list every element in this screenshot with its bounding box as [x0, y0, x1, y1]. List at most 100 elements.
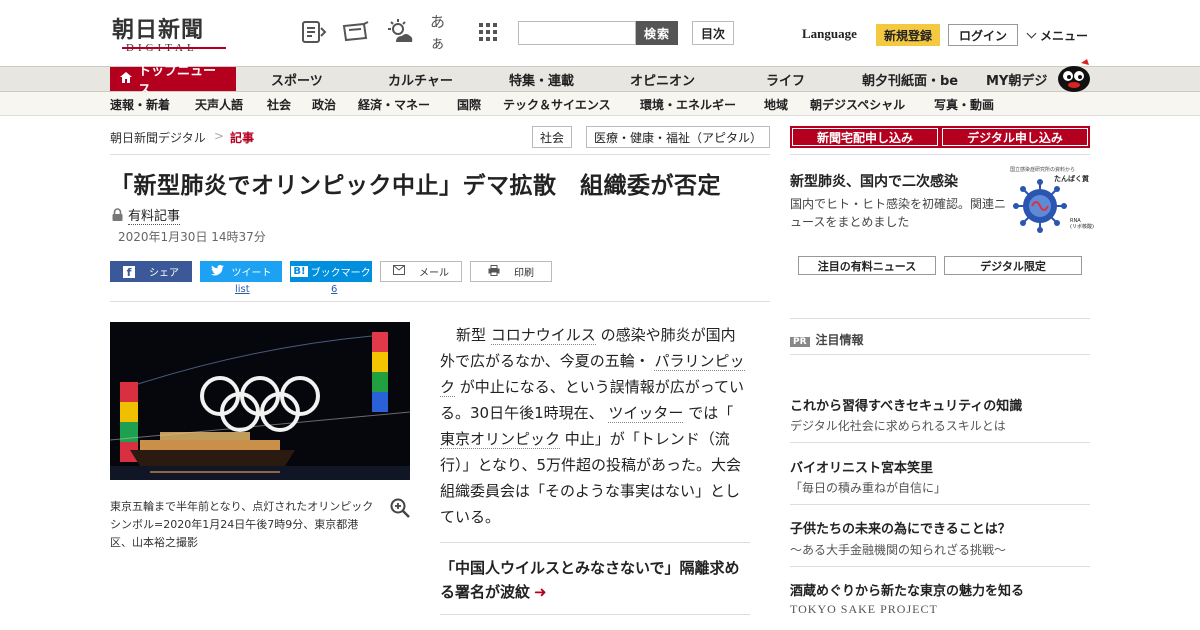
- divider: [110, 301, 770, 302]
- nav-top-news[interactable]: トップニュース: [110, 64, 236, 98]
- article-photo[interactable]: [110, 322, 410, 480]
- logo-underline: [122, 47, 226, 49]
- print-button[interactable]: 印刷: [470, 261, 552, 282]
- nav2-economy[interactable]: 経済・マネー: [358, 96, 430, 113]
- pr-item-subtitle: 「毎日の積み重ねが自信に」: [790, 481, 947, 495]
- article-title: 「新型肺炎でオリンピック中止」デマ拡散 組織委が否定: [110, 173, 721, 199]
- pr-heading: PR 注目情報: [790, 331, 864, 348]
- nav-opinion[interactable]: オピニオン: [630, 67, 695, 91]
- pr-item-title[interactable]: 子供たちの未来の為にできることは？: [790, 518, 1011, 537]
- logo-jp: 朝日新聞: [112, 17, 205, 43]
- link-twitter[interactable]: ツイッター: [608, 404, 684, 423]
- nav2-special[interactable]: 朝デジスペシャル: [810, 96, 905, 113]
- zoom-icon[interactable]: [390, 498, 410, 522]
- twitter-icon: [210, 264, 224, 279]
- tag-health[interactable]: 医療・健康・福祉（アピタル）: [586, 126, 770, 148]
- print-icon: [488, 264, 500, 279]
- secondary-nav: 速報・新着 天声人語 社会 政治 経済・マネー 国際 テック＆サイエンス 環境・…: [0, 92, 1200, 116]
- nav2-international[interactable]: 国際: [457, 96, 481, 113]
- divider: [110, 154, 770, 155]
- pr-badge: PR: [790, 337, 810, 347]
- twitter-share-button[interactable]: ツイート: [200, 261, 282, 282]
- nav2-environment[interactable]: 環境・エネルギー: [640, 96, 736, 113]
- news-icon[interactable]: [300, 18, 328, 46]
- breadcrumb-current: 記事: [230, 131, 255, 145]
- pr-item-title[interactable]: バイオリニスト宮本笑里: [790, 457, 933, 476]
- font-size-icon[interactable]: あぁ: [430, 13, 458, 52]
- divider: [440, 614, 750, 615]
- tab-digital-only[interactable]: デジタル限定: [944, 256, 1082, 275]
- mascot-icon[interactable]: [1055, 57, 1093, 97]
- pr-item-subtitle: デジタル化社会に求められるスキルとは: [790, 419, 1006, 433]
- newspaper-subscribe-button[interactable]: 新聞宅配申し込み: [790, 126, 940, 148]
- illustration-source: 国立感染症研究所の資料から: [1010, 167, 1076, 173]
- divider: [440, 542, 750, 543]
- body-text: では「: [688, 404, 734, 422]
- pr-item-title[interactable]: 酒蔵めぐりから新たな東京の魅力を知る: [790, 580, 1024, 599]
- nav-features[interactable]: 特集・連載: [509, 67, 574, 91]
- nav2-politics[interactable]: 政治: [312, 96, 336, 113]
- nav2-breaking[interactable]: 速報・新着: [110, 96, 170, 113]
- login-button[interactable]: ログイン: [948, 24, 1018, 46]
- related-article-title: 「中国人ウイルスとみなさないで」隔離求める署名が波紋: [440, 559, 740, 601]
- article-date: 2020年1月30日 14時37分: [118, 230, 266, 244]
- tag-society[interactable]: 社会: [532, 126, 572, 148]
- register-button[interactable]: 新規登録: [876, 24, 940, 46]
- mail-label: メール: [419, 268, 449, 279]
- print-label: 印刷: [514, 268, 534, 279]
- paper-icon[interactable]: [342, 18, 370, 46]
- nav-paper[interactable]: 朝夕刊紙面・be: [862, 67, 958, 91]
- pr-item-subtitle: TOKYO SAKE PROJECT: [790, 602, 938, 616]
- site-logo[interactable]: 朝日新聞 DIGITAL: [112, 12, 232, 54]
- facebook-share-button[interactable]: f シェア: [110, 261, 192, 282]
- lock-icon: [112, 206, 123, 225]
- nav-life[interactable]: ライフ: [766, 67, 805, 91]
- pr-title: 注目情報: [815, 333, 864, 347]
- menu-label: メニュー: [1040, 29, 1089, 43]
- article-body: 新型 コロナウイルス の感染や肺炎が国内外で広がるなか、今夏の五輪・ パラリンピ…: [440, 322, 750, 530]
- weather-icon[interactable]: [386, 18, 414, 46]
- promo-title[interactable]: 新型肺炎、国内で二次感染: [790, 171, 958, 191]
- paid-article-label: 有料記事: [128, 205, 181, 225]
- nav2-photo-video[interactable]: 写真・動画: [934, 96, 994, 113]
- divider: [790, 318, 1090, 319]
- menu-button[interactable]: メニュー: [1026, 27, 1089, 44]
- nav2-tech[interactable]: テック＆サイエンス: [503, 96, 611, 113]
- hatena-bookmark-button[interactable]: B! ブックマーク: [290, 261, 372, 282]
- facebook-icon: f: [123, 265, 135, 279]
- contents-button[interactable]: 目次: [692, 21, 734, 45]
- divider: [790, 354, 1090, 355]
- grid-menu-icon[interactable]: [474, 18, 502, 46]
- search-input[interactable]: [518, 21, 636, 45]
- body-text: 新型: [456, 326, 487, 344]
- link-coronavirus[interactable]: コロナウイルス: [490, 326, 596, 345]
- mail-icon: [393, 265, 405, 278]
- related-article-link[interactable]: 「中国人ウイルスとみなさないで」隔離求める署名が波紋 ➜: [440, 556, 750, 604]
- search-button[interactable]: 検索: [636, 21, 678, 45]
- nav-culture[interactable]: カルチャー: [388, 67, 453, 91]
- divider: [790, 566, 1090, 567]
- nav2-tensei[interactable]: 天声人語: [195, 96, 243, 113]
- tab-featured-paid[interactable]: 注目の有料ニュース: [798, 256, 936, 275]
- virus-illustration[interactable]: 国立感染症研究所の資料から たんぱく質 RNA (リボ核酸): [1010, 166, 1094, 236]
- arrow-right-icon: ➜: [534, 583, 547, 601]
- nav2-society[interactable]: 社会: [267, 96, 291, 113]
- link-tokyo-olympic[interactable]: 東京オリンピック: [440, 430, 561, 449]
- nav-sports[interactable]: スポーツ: [271, 67, 323, 91]
- twitter-count[interactable]: list: [235, 284, 250, 295]
- language-link[interactable]: Language: [802, 26, 857, 42]
- breadcrumb-home[interactable]: 朝日新聞デジタル: [110, 129, 206, 146]
- hatena-count[interactable]: 6: [331, 284, 337, 295]
- pr-item-title[interactable]: これから習得すべきセキュリティの知識: [790, 395, 1022, 414]
- breadcrumb-separator: >: [214, 129, 225, 143]
- mail-button[interactable]: メール: [380, 261, 462, 282]
- photo-caption: 東京五輪まで半年前となり、点灯されたオリンピックシンボル=2020年1月24日午…: [110, 500, 374, 549]
- divider: [790, 442, 1090, 443]
- nav-my-asahi[interactable]: MY朝デジ: [986, 67, 1047, 91]
- hatena-label: ブックマーク: [310, 268, 371, 279]
- site-header: 朝日新聞 DIGITAL あぁ 検索 目次 Language 新規登録 ログイン…: [0, 0, 1200, 66]
- nav2-region[interactable]: 地域: [764, 96, 788, 113]
- chevron-down-icon: [1026, 28, 1037, 39]
- hatena-icon: B!: [291, 266, 308, 277]
- digital-subscribe-button[interactable]: デジタル申し込み: [940, 126, 1090, 148]
